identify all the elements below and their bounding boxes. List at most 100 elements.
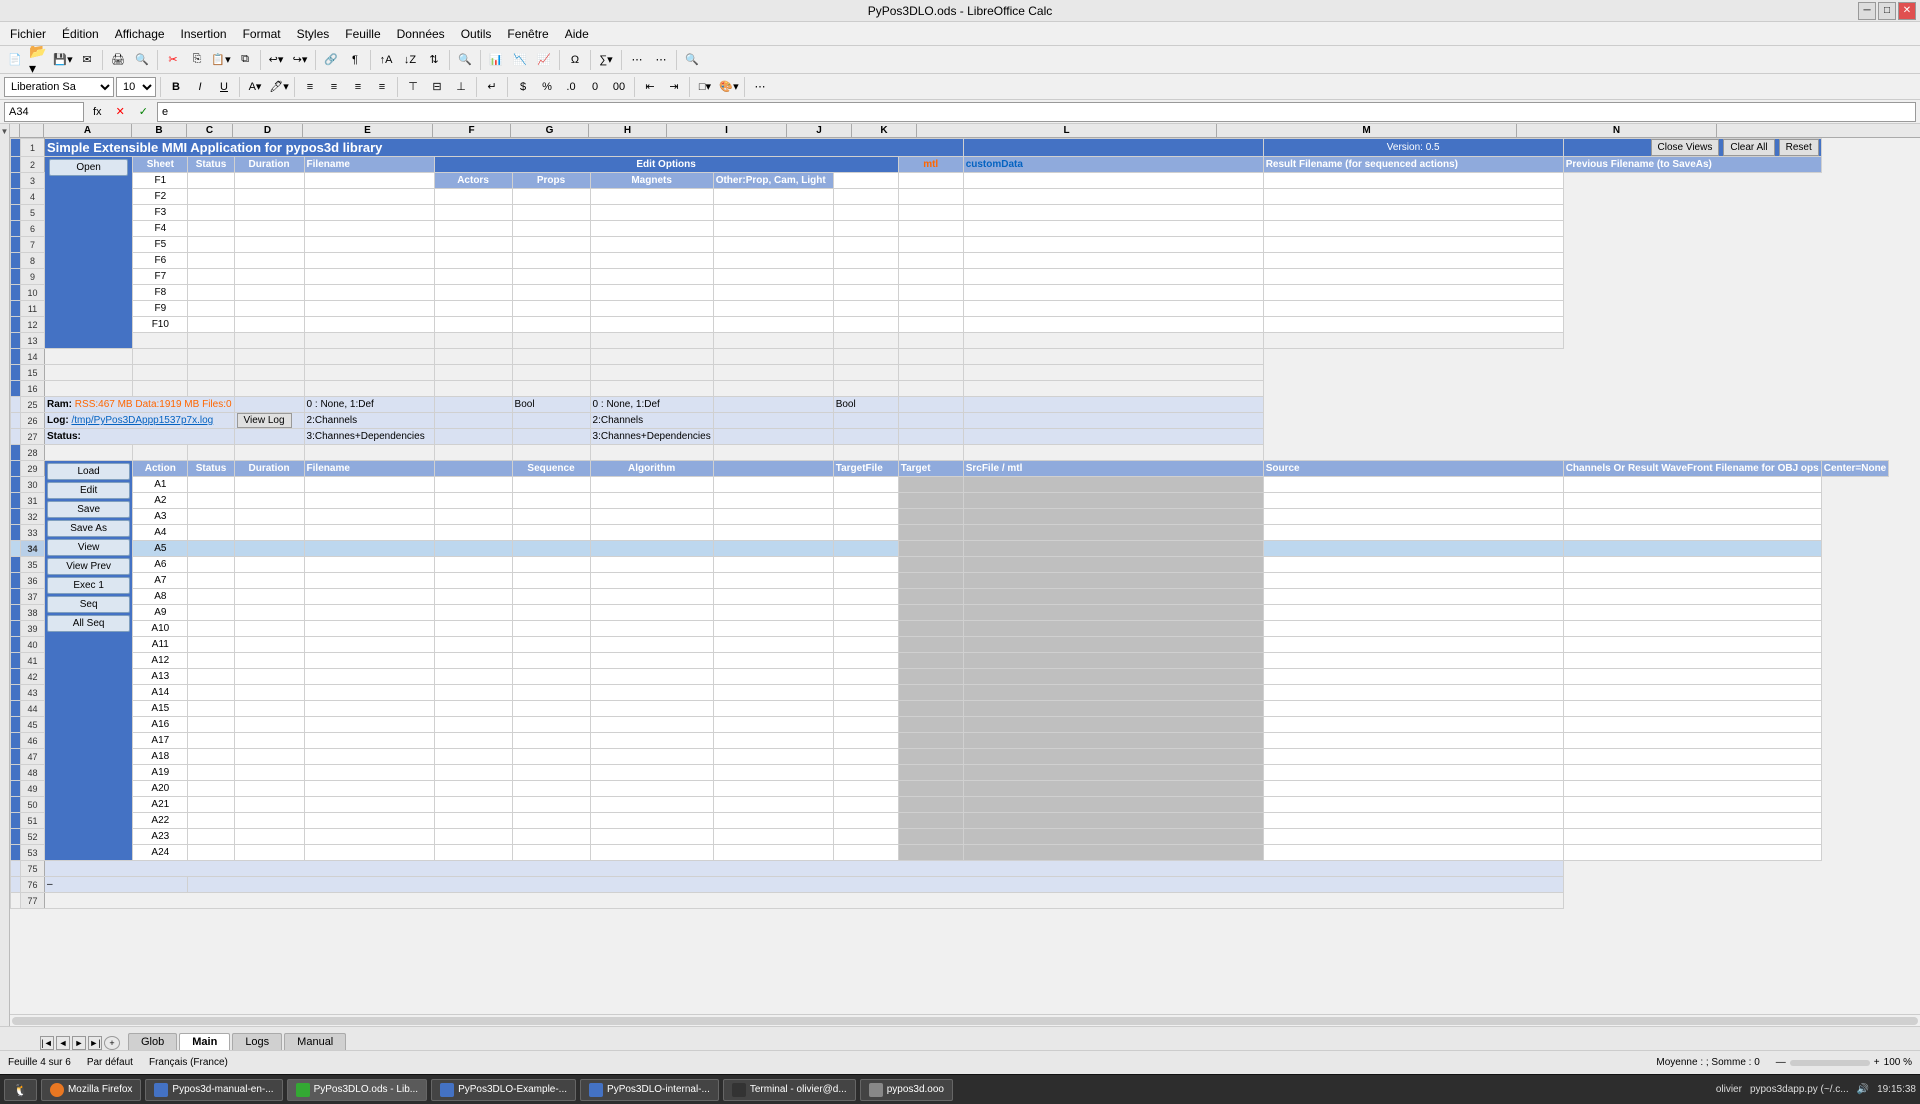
taskbar-calc[interactable]: PyPos3DLO.ods - Lib...: [287, 1079, 428, 1101]
align-center-btn[interactable]: ≡: [323, 76, 345, 98]
zoom-minus-btn[interactable]: —: [1776, 1057, 1786, 1068]
col-k-header[interactable]: K: [852, 124, 917, 137]
bold-btn[interactable]: B: [165, 76, 187, 98]
decimal3-btn[interactable]: 00: [608, 76, 630, 98]
tab-add-btn[interactable]: +: [104, 1036, 120, 1050]
view-btn[interactable]: View: [47, 539, 130, 556]
f3-sheet[interactable]: F3: [133, 205, 188, 221]
decimal-btn[interactable]: .0: [560, 76, 582, 98]
exec1-btn[interactable]: Exec 1: [47, 577, 130, 594]
viewprev-btn[interactable]: View Prev: [47, 558, 130, 575]
f2-magnets[interactable]: [590, 189, 713, 205]
view-log-btn[interactable]: View Log: [237, 413, 292, 428]
load-btn[interactable]: Load: [47, 463, 130, 480]
chart2-btn[interactable]: 📉: [509, 49, 531, 71]
formula-input[interactable]: [157, 102, 1916, 122]
f2-fn[interactable]: [304, 189, 434, 205]
menu-affichage[interactable]: Affichage: [109, 25, 171, 43]
font-color-btn[interactable]: A▾: [244, 76, 266, 98]
f2-status[interactable]: [188, 189, 234, 205]
col-b-header[interactable]: B: [132, 124, 187, 137]
zoom-btn[interactable]: 🔍: [681, 49, 703, 71]
highlight-btn[interactable]: 🖊▾: [268, 76, 290, 98]
save-action-btn[interactable]: Save: [47, 501, 130, 518]
email-btn[interactable]: ✉: [76, 49, 98, 71]
find-btn[interactable]: 🔍: [454, 49, 476, 71]
tab-logs[interactable]: Logs: [232, 1033, 282, 1050]
close-views-btn[interactable]: Close Views: [1651, 139, 1720, 156]
align-left-btn[interactable]: ≡: [299, 76, 321, 98]
restore-btn[interactable]: □: [1878, 2, 1896, 20]
f2-prev[interactable]: [1263, 189, 1563, 205]
menu-feuille[interactable]: Feuille: [339, 25, 386, 43]
clear-all-btn[interactable]: Clear All: [1723, 139, 1774, 156]
wrap-btn[interactable]: ↵: [481, 76, 503, 98]
sort-asc-btn[interactable]: ↑A: [375, 49, 397, 71]
tab-manual[interactable]: Manual: [284, 1033, 346, 1050]
border-btn[interactable]: □▾: [694, 76, 716, 98]
bg-color-btn[interactable]: 🎨▾: [718, 76, 740, 98]
f2-sheet[interactable]: F2: [133, 189, 188, 205]
h-scrollbar[interactable]: [10, 1014, 1920, 1026]
menu-fichier[interactable]: Fichier: [4, 25, 52, 43]
f1-sheet[interactable]: F1: [133, 173, 188, 189]
col-c-header[interactable]: C: [187, 124, 233, 137]
col-j-header[interactable]: J: [787, 124, 852, 137]
col-i-header[interactable]: I: [667, 124, 787, 137]
special-char-btn[interactable]: Ω: [564, 49, 586, 71]
sort-desc-btn[interactable]: ↓Z: [399, 49, 421, 71]
mid-align-btn[interactable]: ⊟: [426, 76, 448, 98]
font-size-select[interactable]: 10: [116, 77, 156, 97]
menu-aide[interactable]: Aide: [559, 25, 595, 43]
sort-btn[interactable]: ⇅: [423, 49, 445, 71]
taskbar-pypos3d[interactable]: pypos3d.ooo: [860, 1079, 953, 1101]
nonprint-btn[interactable]: ¶: [344, 49, 366, 71]
tab-next-btn[interactable]: ►: [72, 1036, 86, 1050]
taskbar-terminal[interactable]: Terminal - olivier@d...: [723, 1079, 856, 1101]
edit-btn[interactable]: Edit: [47, 482, 130, 499]
zoom-plus-btn[interactable]: +: [1874, 1057, 1880, 1068]
f2-dur[interactable]: [234, 189, 304, 205]
menu-styles[interactable]: Styles: [291, 25, 336, 43]
menu-fenetre[interactable]: Fenêtre: [501, 25, 554, 43]
underline-btn[interactable]: U: [213, 76, 235, 98]
col-e-header[interactable]: E: [303, 124, 433, 137]
log-link[interactable]: /tmp/PyPos3DAppp1537p7x.log: [71, 415, 213, 426]
tab-last-btn[interactable]: ►|: [88, 1036, 102, 1050]
f2-props[interactable]: [512, 189, 590, 205]
f1-result[interactable]: [963, 173, 1263, 189]
seq-btn[interactable]: Seq: [47, 596, 130, 613]
hyperlink-btn[interactable]: 🔗: [320, 49, 342, 71]
clone-btn[interactable]: ⧉: [234, 49, 256, 71]
calc-btn[interactable]: ∑▾: [595, 49, 617, 71]
f2-custom[interactable]: [898, 189, 963, 205]
f1-custom[interactable]: [898, 173, 963, 189]
col-f-header[interactable]: F: [433, 124, 511, 137]
allseq-btn[interactable]: All Seq: [47, 615, 130, 632]
tab-prev-btn[interactable]: ◄: [56, 1036, 70, 1050]
taskbar-start[interactable]: 🐧: [4, 1079, 37, 1101]
percent-btn[interactable]: %: [536, 76, 558, 98]
currency-btn[interactable]: $: [512, 76, 534, 98]
menu-donnees[interactable]: Données: [391, 25, 451, 43]
taskbar-firefox[interactable]: Mozilla Firefox: [41, 1079, 141, 1101]
saveas-btn[interactable]: Save As: [47, 520, 130, 537]
f1-dur[interactable]: [234, 173, 304, 189]
top-align-btn[interactable]: ⊤: [402, 76, 424, 98]
col-h-header[interactable]: H: [589, 124, 667, 137]
menu-format[interactable]: Format: [237, 25, 287, 43]
more-format-btn[interactable]: ⋯: [749, 76, 771, 98]
chart3-btn[interactable]: 📈: [533, 49, 555, 71]
sheet-scroll-area[interactable]: 1 Simple Extensible MMI Application for …: [10, 138, 1920, 1014]
taskbar-volume-icon[interactable]: 🔊: [1857, 1084, 1869, 1095]
indent-inc-btn[interactable]: ⇥: [663, 76, 685, 98]
col-a-header[interactable]: A: [44, 124, 132, 137]
f1-mtl[interactable]: [833, 173, 898, 189]
font-name-select[interactable]: Liberation Sa: [4, 77, 114, 97]
paste-btn[interactable]: 📋▾: [210, 49, 232, 71]
f2-mtl[interactable]: [833, 189, 898, 205]
f1-prev[interactable]: [1263, 173, 1563, 189]
col-l-header[interactable]: L: [917, 124, 1217, 137]
menu-edition[interactable]: Édition: [56, 25, 105, 43]
f2-actors[interactable]: [434, 189, 512, 205]
